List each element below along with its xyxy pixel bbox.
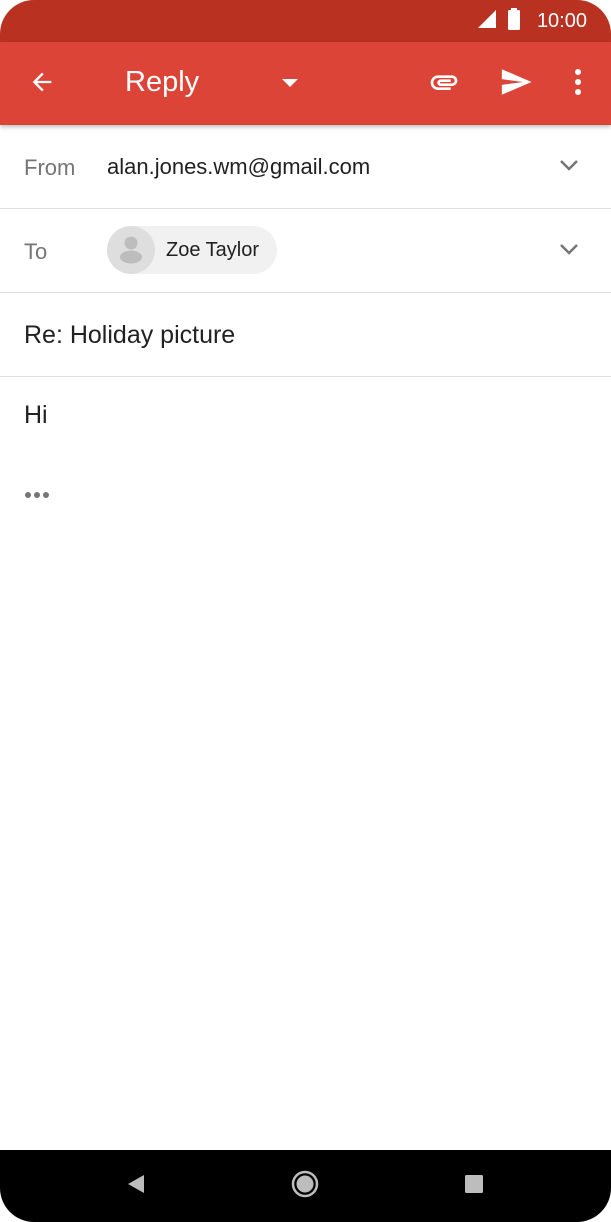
to-row[interactable]: To Zoe Taylor bbox=[0, 209, 611, 293]
status-indicators: 10:00 bbox=[477, 0, 587, 42]
from-expand-button[interactable] bbox=[555, 153, 583, 181]
from-label: From bbox=[24, 155, 76, 180]
app-bar: Reply bbox=[0, 42, 611, 125]
status-bar: 10:00 bbox=[0, 0, 611, 42]
recipient-chip[interactable]: Zoe Taylor bbox=[107, 226, 278, 274]
nav-home-icon bbox=[290, 1169, 320, 1204]
to-expand-button[interactable] bbox=[555, 237, 583, 265]
avatar bbox=[107, 226, 155, 274]
from-account[interactable]: alan.jones.wm@gmail.com bbox=[107, 154, 370, 180]
compose-screen: 10:00 Reply From alan.jones.wm@gmail.com… bbox=[0, 0, 611, 1222]
compose-body[interactable]: Hi bbox=[24, 401, 48, 430]
more-horiz-icon bbox=[24, 486, 50, 504]
page-title[interactable]: Reply bbox=[125, 66, 199, 99]
nav-recent-icon bbox=[464, 1174, 484, 1199]
status-time: 10:00 bbox=[536, 9, 587, 32]
subject-row[interactable]: Re: Holiday picture bbox=[0, 293, 611, 377]
send-button[interactable] bbox=[496, 64, 536, 104]
system-nav-bar bbox=[0, 1150, 611, 1222]
attach-button[interactable] bbox=[424, 64, 464, 104]
send-icon bbox=[499, 65, 533, 104]
back-button[interactable] bbox=[22, 64, 62, 104]
subject-field[interactable]: Re: Holiday picture bbox=[24, 321, 235, 350]
chevron-down-icon bbox=[559, 158, 579, 176]
dropdown-arrow-icon bbox=[280, 76, 300, 94]
recipient-name: Zoe Taylor bbox=[166, 238, 260, 261]
nav-home-button[interactable] bbox=[287, 1168, 323, 1204]
back-arrow-icon bbox=[28, 68, 56, 101]
nav-recent-button[interactable] bbox=[456, 1168, 492, 1204]
attach-icon bbox=[428, 66, 460, 103]
from-row[interactable]: From alan.jones.wm@gmail.com bbox=[0, 125, 611, 209]
nav-back-icon bbox=[126, 1174, 146, 1199]
more-options-button[interactable] bbox=[560, 64, 596, 104]
battery-icon bbox=[507, 7, 521, 35]
more-vert-icon bbox=[574, 68, 582, 100]
signal-icon bbox=[477, 9, 497, 34]
nav-back-button[interactable] bbox=[118, 1168, 154, 1204]
reply-mode-dropdown[interactable] bbox=[274, 72, 306, 98]
person-icon bbox=[107, 226, 155, 274]
to-label: To bbox=[24, 239, 48, 264]
chevron-down-icon bbox=[559, 242, 579, 260]
show-quoted-text-button[interactable] bbox=[22, 484, 52, 506]
